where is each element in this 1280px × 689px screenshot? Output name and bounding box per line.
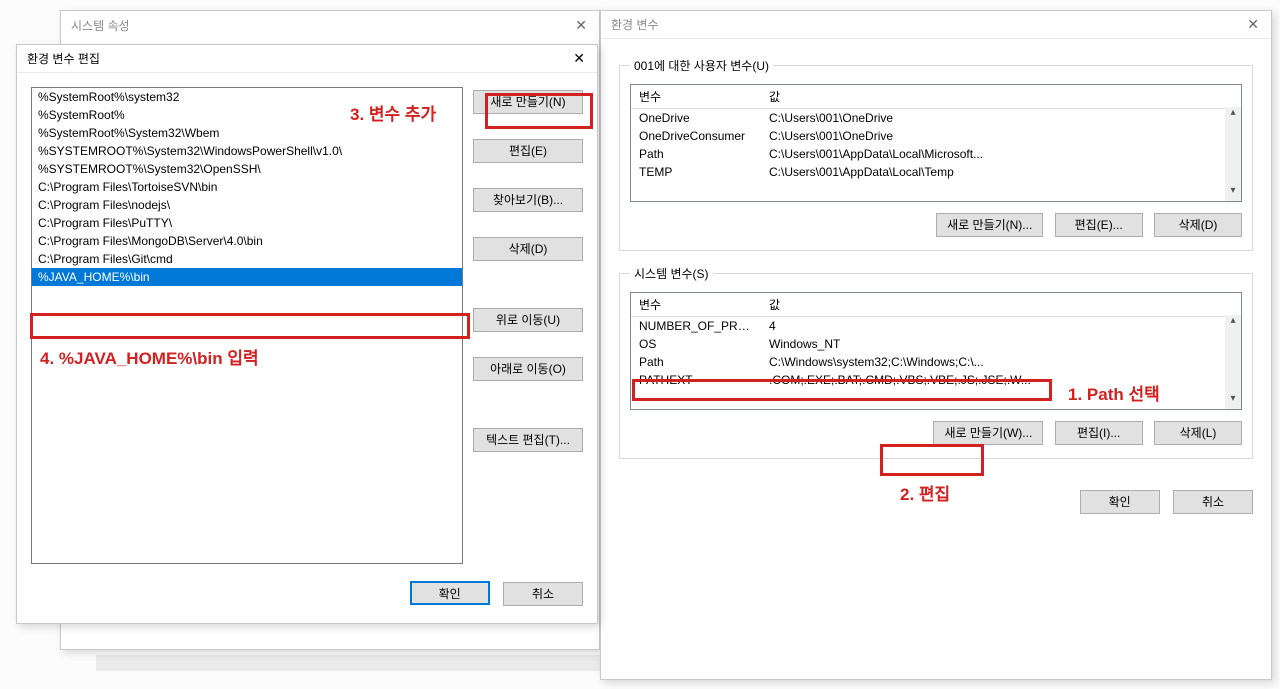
table-row[interactable]: NUMBER_OF_PRO...4 (631, 317, 1241, 335)
sys-edit-button[interactable]: 편집(I)... (1055, 421, 1143, 445)
cancel-button[interactable]: 취소 (503, 582, 583, 606)
table-row[interactable]: OSWindows_NT (631, 335, 1241, 353)
cell-var: OneDriveConsumer (631, 127, 761, 145)
cell-val: C:\Users\001\AppData\Local\Microsoft... (761, 145, 1241, 163)
list-item[interactable]: C:\Program Files\TortoiseSVN\bin (32, 178, 462, 196)
cell-val: C:\Users\001\AppData\Local\Temp (761, 163, 1241, 181)
move-up-button[interactable]: 위로 이동(U) (473, 308, 583, 332)
list-item[interactable]: C:\Program Files\PuTTY\ (32, 214, 462, 232)
move-down-button[interactable]: 아래로 이동(O) (473, 357, 583, 381)
user-new-button[interactable]: 새로 만들기(N)... (936, 213, 1043, 237)
titlebar[interactable]: 환경 변수 ✕ (601, 11, 1271, 39)
scroll-up-icon[interactable]: ▴ (1225, 107, 1241, 123)
scroll-down-icon[interactable]: ▾ (1225, 185, 1241, 201)
list-item[interactable]: C:\Program Files\nodejs\ (32, 196, 462, 214)
edit-button[interactable]: 편집(E) (473, 139, 583, 163)
cell-val: Windows_NT (761, 335, 1241, 353)
env-vars-window: 환경 변수 ✕ 001에 대한 사용자 변수(U) 변수 값 OneDriveC… (600, 10, 1272, 680)
browse-button[interactable]: 찾아보기(B)... (473, 188, 583, 212)
table-row[interactable]: TEMPC:\Users\001\AppData\Local\Temp (631, 163, 1241, 181)
text-edit-button[interactable]: 텍스트 편집(T)... (473, 428, 583, 452)
close-icon[interactable]: ✕ (571, 17, 591, 34)
ok-button[interactable]: 확인 (410, 581, 490, 605)
list-item[interactable]: %SystemRoot% (32, 106, 462, 124)
col-header-var[interactable]: 변수 (631, 85, 761, 108)
sys-delete-button[interactable]: 삭제(L) (1154, 421, 1242, 445)
scrollbar[interactable]: ▴ ▾ (1225, 315, 1241, 409)
window-title: 시스템 속성 (71, 17, 130, 34)
list-item[interactable]: %SYSTEMROOT%\System32\WindowsPowerShell\… (32, 142, 462, 160)
close-icon[interactable]: ✕ (569, 50, 589, 67)
cell-var: PATHEXT (631, 371, 761, 389)
table-row[interactable]: OneDriveConsumerC:\Users\001\OneDrive (631, 127, 1241, 145)
delete-button[interactable]: 삭제(D) (473, 237, 583, 261)
ok-button[interactable]: 확인 (1080, 490, 1160, 514)
edit-env-var-window: 환경 변수 편집 ✕ %SystemRoot%\system32%SystemR… (16, 44, 598, 624)
user-edit-button[interactable]: 편집(E)... (1055, 213, 1143, 237)
table-row[interactable]: OneDriveC:\Users\001\OneDrive (631, 109, 1241, 127)
titlebar[interactable]: 환경 변수 편집 ✕ (17, 45, 597, 73)
col-header-var[interactable]: 변수 (631, 293, 761, 316)
cell-val: C:\Users\001\OneDrive (761, 127, 1241, 145)
scrollbar[interactable]: ▴ ▾ (1225, 107, 1241, 201)
path-list[interactable]: %SystemRoot%\system32%SystemRoot%%System… (31, 87, 463, 564)
cell-val: 4 (761, 317, 1241, 335)
cell-var: OS (631, 335, 761, 353)
scroll-up-icon[interactable]: ▴ (1225, 315, 1241, 331)
window-title: 환경 변수 (611, 16, 659, 33)
list-item[interactable]: %JAVA_HOME%\bin (32, 268, 462, 286)
col-header-val[interactable]: 값 (761, 293, 1241, 316)
window-title: 환경 변수 편집 (27, 50, 100, 67)
table-row[interactable]: PATHEXT.COM;.EXE;.BAT;.CMD;.VBS;.VBE;.JS… (631, 371, 1241, 389)
user-vars-list[interactable]: 변수 값 OneDriveC:\Users\001\OneDriveOneDri… (630, 84, 1242, 202)
close-icon[interactable]: ✕ (1243, 16, 1263, 33)
table-row[interactable]: PathC:\Windows\system32;C:\Windows;C:\..… (631, 353, 1241, 371)
col-header-val[interactable]: 값 (761, 85, 1241, 108)
scroll-down-icon[interactable]: ▾ (1225, 393, 1241, 409)
cancel-button[interactable]: 취소 (1173, 490, 1253, 514)
user-vars-legend: 001에 대한 사용자 변수(U) (630, 57, 773, 74)
cell-var: TEMP (631, 163, 761, 181)
system-vars-legend: 시스템 변수(S) (630, 265, 713, 282)
titlebar[interactable]: 시스템 속성 ✕ (61, 11, 599, 39)
cell-val: C:\Users\001\OneDrive (761, 109, 1241, 127)
cell-val: C:\Windows\system32;C:\Windows;C:\... (761, 353, 1241, 371)
cell-val: .COM;.EXE;.BAT;.CMD;.VBS;.VBE;.JS;.JSE;.… (761, 371, 1241, 389)
table-row[interactable]: PathC:\Users\001\AppData\Local\Microsoft… (631, 145, 1241, 163)
list-item[interactable]: C:\Program Files\MongoDB\Server\4.0\bin (32, 232, 462, 250)
list-item[interactable]: C:\Program Files\Git\cmd (32, 250, 462, 268)
new-button[interactable]: 새로 만들기(N) (473, 90, 583, 114)
system-vars-list[interactable]: 변수 값 NUMBER_OF_PRO...4OSWindows_NTPathC:… (630, 292, 1242, 410)
cell-var: Path (631, 353, 761, 371)
sys-new-button[interactable]: 새로 만들기(W)... (933, 421, 1043, 445)
cell-var: NUMBER_OF_PRO... (631, 317, 761, 335)
list-item[interactable]: %SystemRoot%\System32\Wbem (32, 124, 462, 142)
list-item[interactable]: %SYSTEMROOT%\System32\OpenSSH\ (32, 160, 462, 178)
user-vars-group: 001에 대한 사용자 변수(U) 변수 값 OneDriveC:\Users\… (619, 57, 1253, 251)
user-delete-button[interactable]: 삭제(D) (1154, 213, 1242, 237)
cell-var: Path (631, 145, 761, 163)
cell-var: OneDrive (631, 109, 761, 127)
list-item[interactable]: %SystemRoot%\system32 (32, 88, 462, 106)
system-vars-group: 시스템 변수(S) 변수 값 NUMBER_OF_PRO...4OSWindow… (619, 265, 1253, 459)
